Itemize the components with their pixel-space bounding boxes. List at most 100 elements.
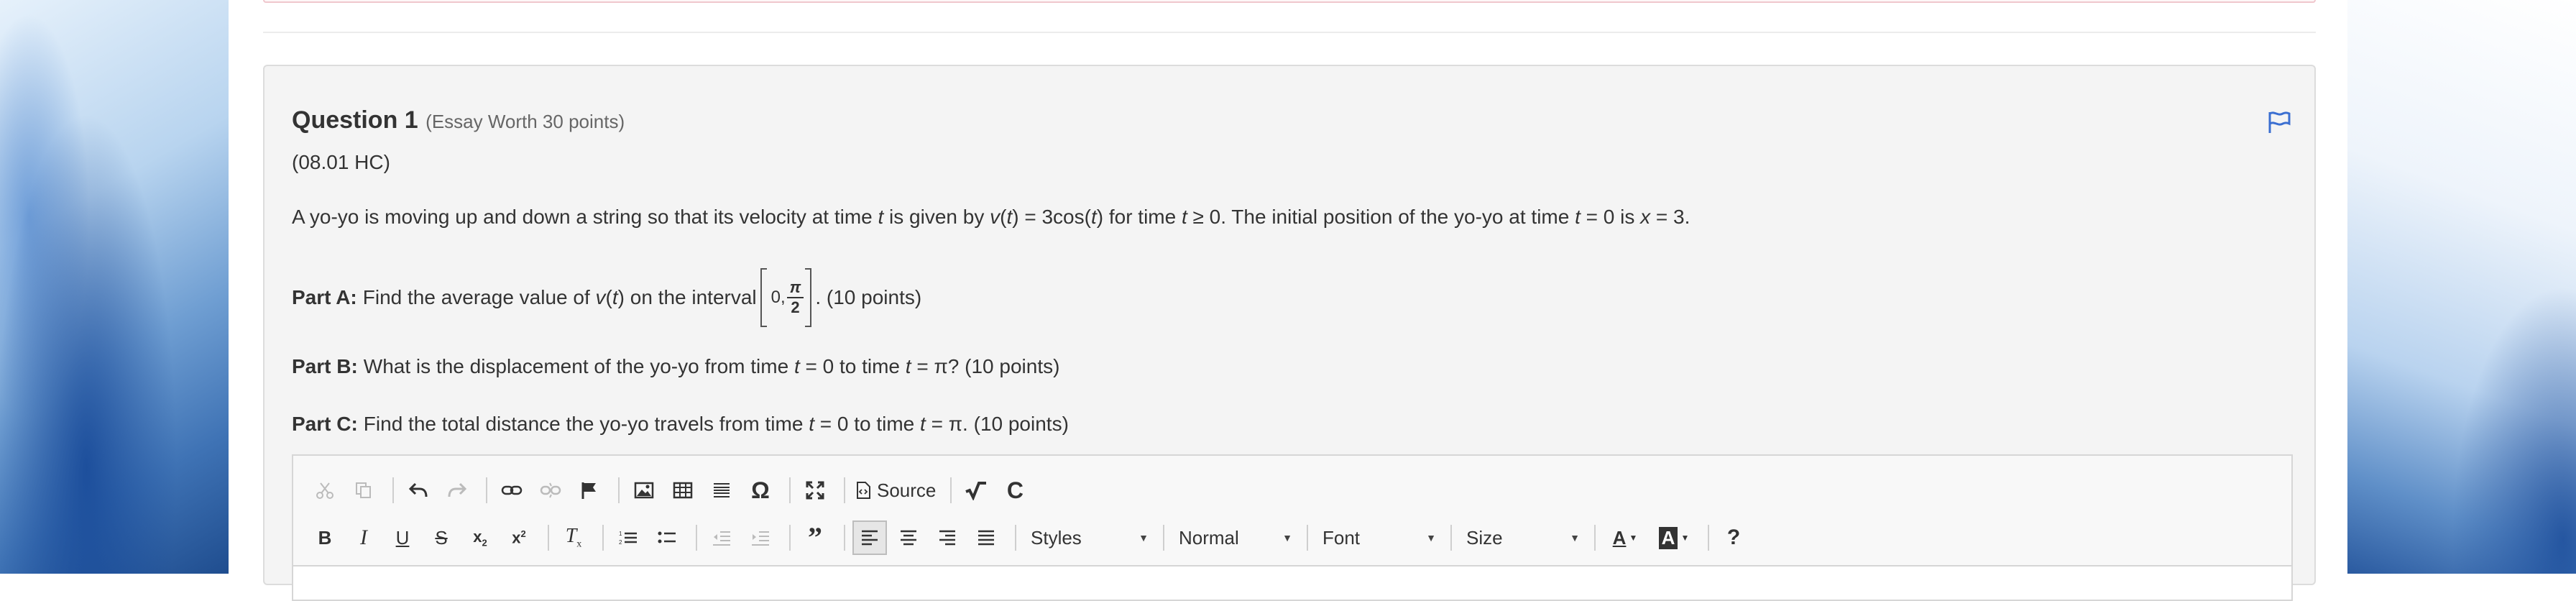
styles-label: Styles	[1031, 526, 1082, 549]
strikethrough-button[interactable]: S	[424, 520, 459, 555]
background-right	[2347, 0, 2576, 574]
numbered-list-button[interactable]: 12	[611, 520, 645, 555]
part-a-suffix: . (10 points)	[815, 286, 922, 308]
anchor-button[interactable]	[572, 473, 607, 508]
redo-icon	[448, 482, 467, 497]
size-dropdown[interactable]: Size ▼	[1459, 520, 1587, 555]
link-icon	[501, 485, 523, 495]
toolbar-separator	[844, 525, 845, 551]
copy-button[interactable]	[346, 473, 381, 508]
subscript-icon: x2	[473, 527, 487, 549]
toolbar-separator	[1594, 525, 1596, 551]
flag-question-button[interactable]	[2264, 108, 2293, 137]
remove-format-button[interactable]: Tx	[556, 520, 591, 555]
part-c-label: Part C:	[292, 413, 358, 435]
align-left-icon	[862, 530, 878, 546]
bulleted-list-button[interactable]	[650, 520, 684, 555]
table-button[interactable]	[666, 473, 700, 508]
underline-button[interactable]: U	[385, 520, 420, 555]
cut-button[interactable]	[308, 473, 342, 508]
divider	[263, 32, 2316, 33]
superscript-button[interactable]: x2	[502, 520, 536, 555]
align-right-button[interactable]	[930, 520, 965, 555]
font-dropdown[interactable]: Font ▼	[1315, 520, 1443, 555]
image-button[interactable]	[627, 473, 661, 508]
math-button[interactable]	[959, 473, 993, 508]
unlink-button[interactable]	[533, 473, 568, 508]
source-label: Source	[877, 479, 937, 501]
align-left-button[interactable]	[852, 520, 887, 555]
underline-icon: U	[395, 526, 410, 549]
part-c-text: Find the total distance the yo-yo travel…	[363, 413, 1069, 435]
format-label: Normal	[1179, 526, 1239, 549]
toolbar-separator	[696, 525, 697, 551]
italic-button[interactable]: I	[346, 520, 381, 555]
background-left	[0, 0, 229, 574]
chevron-down-icon: ▼	[1282, 532, 1292, 543]
chemistry-button[interactable]: C	[998, 473, 1032, 508]
chevron-down-icon: ▼	[1426, 532, 1436, 543]
horizontal-line-button[interactable]	[704, 473, 739, 508]
special-char-button[interactable]: Ω	[743, 473, 778, 508]
link-button[interactable]	[494, 473, 529, 508]
toolbar-separator	[618, 477, 620, 503]
styles-dropdown[interactable]: Styles ▼	[1024, 520, 1156, 555]
flag-icon	[581, 482, 596, 499]
horizontal-line-icon	[714, 483, 730, 497]
flag-icon	[2268, 111, 2291, 133]
interval-denominator: 2	[791, 298, 800, 316]
help-button[interactable]: ?	[1716, 520, 1751, 555]
toolbar-separator	[602, 525, 604, 551]
interval-fraction: π 2	[786, 278, 804, 317]
blockquote-button[interactable]: ”	[798, 520, 832, 555]
format-dropdown[interactable]: Normal ▼	[1172, 520, 1300, 555]
toolbar-separator	[1708, 525, 1709, 551]
question-code: (08.01 HC)	[292, 151, 390, 173]
previous-question-card	[263, 0, 2316, 3]
redo-button[interactable]	[440, 473, 474, 508]
square-root-icon	[965, 482, 987, 500]
rich-text-editor: Ω Source C B I U S x2 x2 Tx 1 2 ” Styles…	[292, 454, 2293, 601]
part-c: Part C: Find the total distance the yo-y…	[292, 413, 1069, 436]
undo-icon	[408, 482, 428, 497]
part-b-text: What is the displacement of the yo-yo fr…	[363, 355, 1060, 377]
align-right-icon	[939, 530, 955, 546]
background-color-button[interactable]: A ▼	[1652, 520, 1696, 555]
table-icon	[673, 482, 693, 499]
toolbar-separator	[844, 477, 845, 503]
align-justify-button[interactable]	[969, 520, 1003, 555]
copy-icon	[356, 482, 371, 498]
left-bracket	[760, 268, 767, 327]
chevron-down-icon: ▼	[1570, 532, 1580, 543]
indent-button[interactable]	[743, 520, 778, 555]
part-b-label: Part B:	[292, 355, 358, 377]
font-label: Font	[1322, 526, 1361, 549]
toolbar-separator	[950, 477, 952, 503]
toolbar-separator	[1450, 525, 1452, 551]
source-button[interactable]: Source	[852, 473, 939, 508]
svg-text:1: 1	[619, 531, 622, 537]
question-header: Question 1 (Essay Worth 30 points)	[292, 106, 625, 134]
align-center-button[interactable]	[891, 520, 926, 555]
bold-button[interactable]: B	[308, 520, 342, 555]
outdent-icon	[713, 531, 730, 546]
chemistry-icon: C	[1006, 477, 1024, 503]
numbered-list-icon: 12	[619, 531, 637, 546]
outdent-button[interactable]	[704, 520, 739, 555]
main-content: Question 1 (Essay Worth 30 points) (08.0…	[229, 0, 2347, 601]
question-card: Question 1 (Essay Worth 30 points) (08.0…	[263, 65, 2316, 601]
toolbar-row-1: Ω Source C	[308, 473, 1036, 508]
italic-icon: I	[360, 526, 367, 549]
toolbar-row-2: B I U S x2 x2 Tx 12 ” Styles ▼ Normal ▼ …	[308, 520, 1755, 555]
maximize-button[interactable]	[798, 473, 832, 508]
chevron-down-icon: ▼	[1680, 533, 1690, 543]
maximize-icon	[806, 481, 824, 500]
subscript-button[interactable]: x2	[463, 520, 497, 555]
text-color-button[interactable]: A ▼	[1603, 520, 1647, 555]
interval-left: 0,	[770, 288, 786, 307]
question-title: Question 1	[292, 106, 418, 134]
source-icon	[857, 482, 870, 499]
interval-numerator: π	[786, 278, 804, 298]
quote-icon: ”	[808, 521, 822, 554]
undo-button[interactable]	[401, 473, 436, 508]
